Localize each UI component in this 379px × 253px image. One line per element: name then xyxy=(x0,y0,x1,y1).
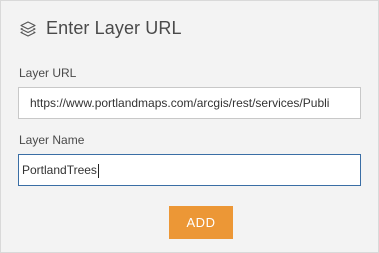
panel-title: Enter Layer URL xyxy=(46,18,182,38)
layer-name-label: Layer Name xyxy=(19,133,85,147)
panel-header: Enter Layer URL xyxy=(19,18,182,39)
layer-url-label: Layer URL xyxy=(19,66,77,80)
layer-url-input[interactable]: https://www.portlandmaps.com/arcgis/rest… xyxy=(18,87,361,119)
text-caret xyxy=(97,163,99,178)
layer-name-input[interactable]: PortlandTrees xyxy=(18,154,361,186)
layer-url-value: https://www.portlandmaps.com/arcgis/rest… xyxy=(30,96,330,110)
layers-icon xyxy=(20,20,36,37)
add-button[interactable]: ADD xyxy=(169,206,233,239)
layer-name-value: PortlandTrees xyxy=(22,163,97,177)
enter-layer-url-panel: Enter Layer URL Layer URL https://www.po… xyxy=(0,0,379,253)
